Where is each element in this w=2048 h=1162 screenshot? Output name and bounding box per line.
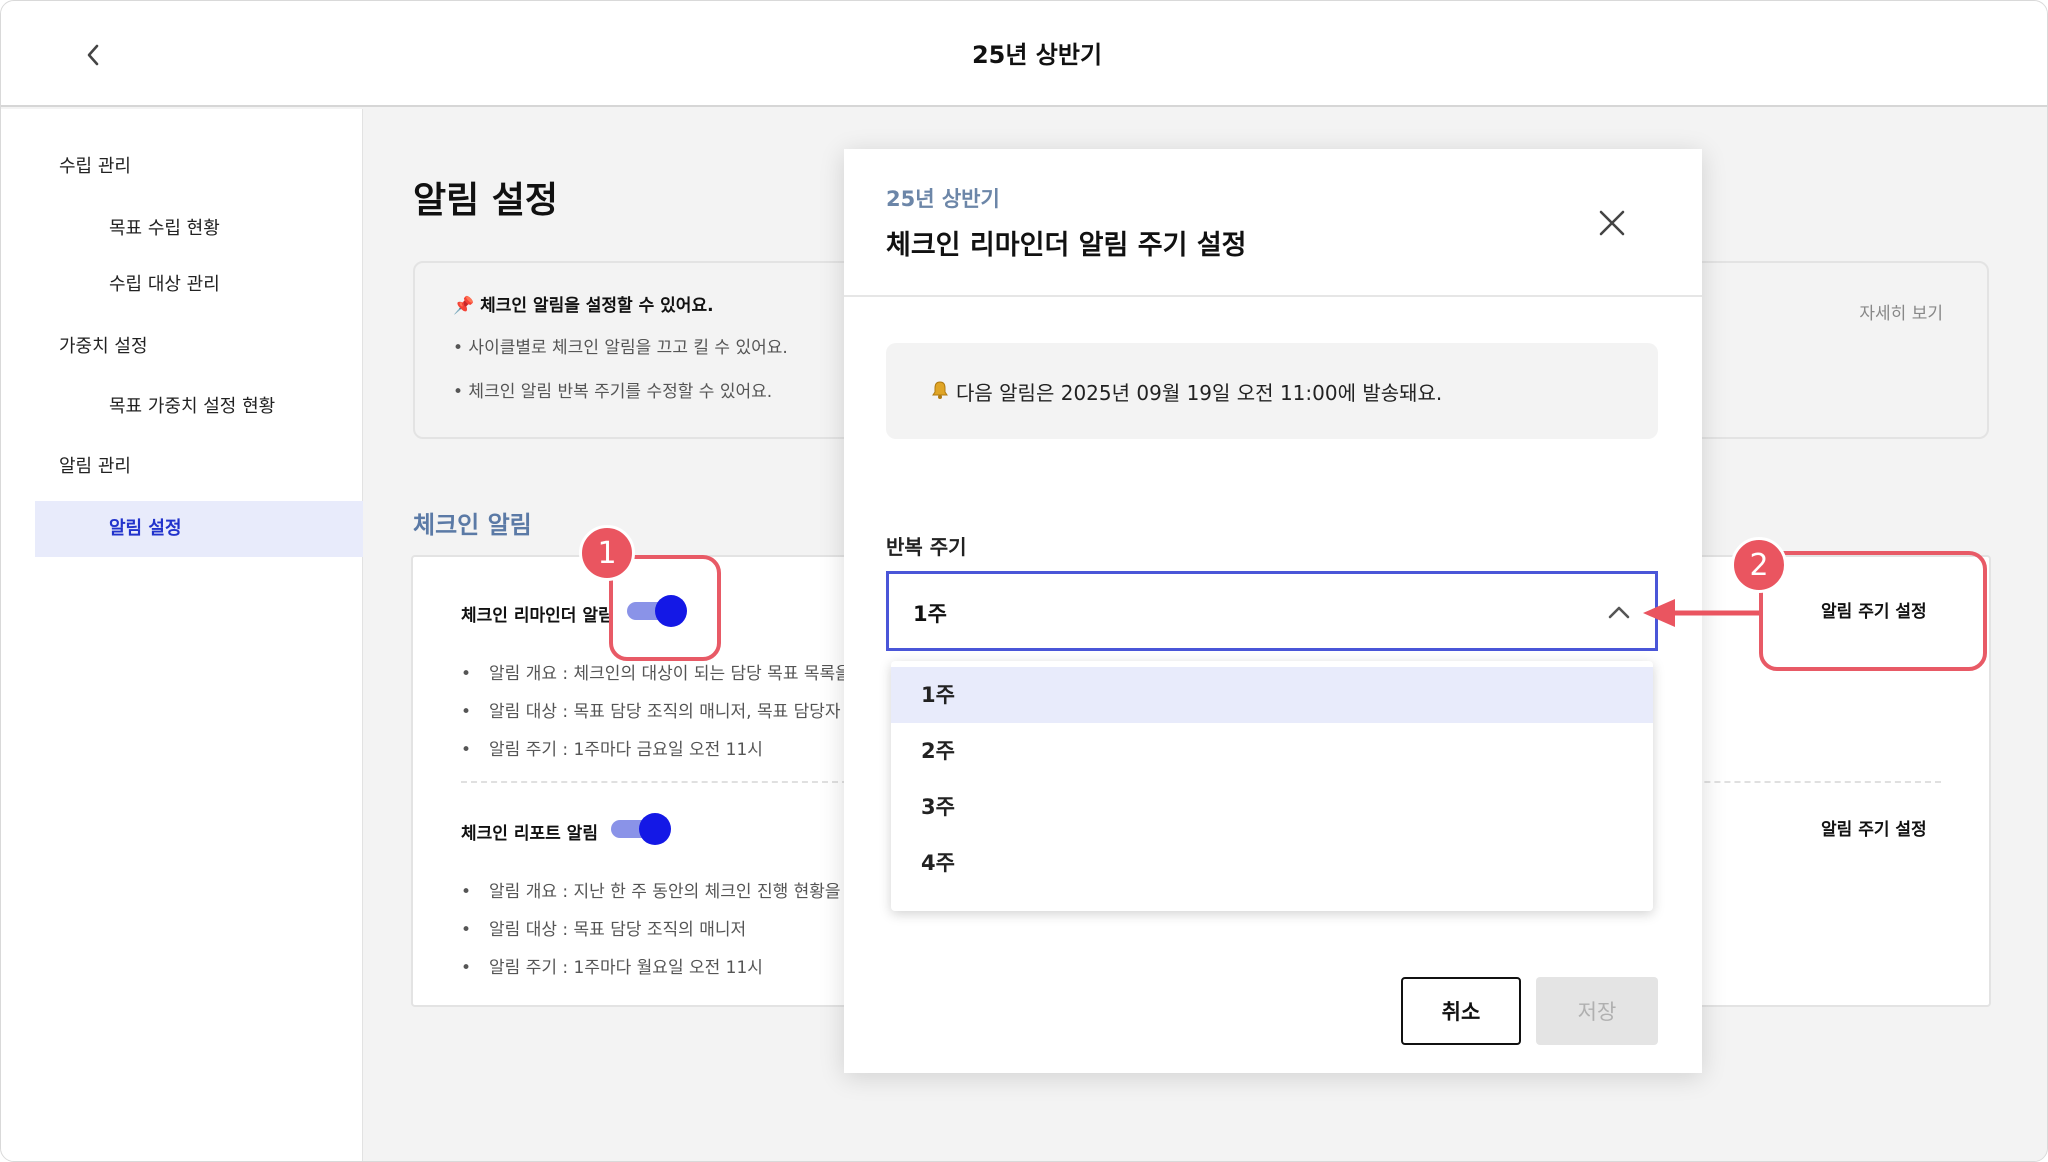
period-dropdown: 1주 2주 3주 4주 xyxy=(891,661,1653,911)
option-2-weeks[interactable]: 2주 xyxy=(891,723,1653,779)
notification-detail: 알림 주기 : 1주마다 금요일 오전 11시 xyxy=(461,735,763,760)
report-toggle[interactable] xyxy=(611,813,671,845)
modal-subtitle: 25년 상반기 xyxy=(886,187,1000,211)
details-link[interactable]: 자세히 보기 xyxy=(1859,299,1943,324)
step-badge-2: 2 xyxy=(1731,537,1787,593)
info-bullet: • 체크인 알림 반복 주기를 수정할 수 있어요. xyxy=(453,382,773,402)
toggle-knob xyxy=(639,813,671,845)
step-badge-1: 1 xyxy=(579,525,635,581)
notice-text: 다음 알림은 2025년 09월 19일 오전 11:00에 발송돼요. xyxy=(956,381,1443,405)
page-title: 알림 설정 xyxy=(413,180,559,221)
notification-name: 체크인 리포트 알림 xyxy=(461,824,598,844)
sidebar-item-notification-settings[interactable]: 알림 설정 xyxy=(35,501,363,557)
notification-detail: 알림 개요 : 지난 한 주 동안의 체크인 진행 현황을 xyxy=(461,877,841,902)
info-heading: 📌 체크인 알림을 설정할 수 있어요. xyxy=(453,296,714,316)
top-bar: 25년 상반기 xyxy=(1,1,2047,107)
pointer-arrow-icon xyxy=(1643,599,1759,627)
notification-name: 체크인 리마인더 알림 xyxy=(461,606,614,626)
notification-detail: 알림 주기 : 1주마다 월요일 오전 11시 xyxy=(461,953,763,978)
sidebar-item-target-management[interactable]: 수립 대상 관리 xyxy=(35,257,363,313)
report-period-setting-link[interactable]: 알림 주기 설정 xyxy=(1821,815,1927,840)
reminder-toggle[interactable] xyxy=(627,595,687,627)
sidebar-group-notification[interactable]: 알림 관리 xyxy=(35,439,363,495)
next-notification-notice: 다음 알림은 2025년 09월 19일 오전 11:00에 발송돼요. xyxy=(886,343,1658,439)
close-icon xyxy=(1599,210,1625,236)
cancel-button[interactable]: 취소 xyxy=(1401,977,1521,1045)
section-title: 체크인 알림 xyxy=(413,511,532,539)
notification-detail: 알림 대상 : 목표 담당 조직의 매니저, 목표 담당자 xyxy=(461,697,841,722)
modal-title: 체크인 리마인더 알림 주기 설정 xyxy=(886,230,1247,261)
sidebar-group-planning[interactable]: 수립 관리 xyxy=(35,139,363,195)
repeat-period-label: 반복 주기 xyxy=(886,535,967,559)
option-4-weeks[interactable]: 4주 xyxy=(891,835,1653,891)
notification-detail: 알림 대상 : 목표 담당 조직의 매니저 xyxy=(461,915,746,940)
period-setting-modal: 25년 상반기 체크인 리마인더 알림 주기 설정 다음 알림은 2025년 0… xyxy=(844,149,1702,1073)
bell-icon xyxy=(930,380,950,405)
option-3-weeks[interactable]: 3주 xyxy=(891,779,1653,835)
repeat-period-select[interactable]: 1주 xyxy=(886,571,1658,651)
chevron-up-icon xyxy=(1608,606,1630,619)
selected-value: 1주 xyxy=(913,602,947,626)
save-button[interactable]: 저장 xyxy=(1536,977,1658,1045)
info-bullet: • 사이클별로 체크인 알림을 끄고 킬 수 있어요. xyxy=(453,338,788,358)
notification-detail: 알림 개요 : 체크인의 대상이 되는 담당 목표 목록을 xyxy=(461,659,851,684)
app-window: 25년 상반기 수립 관리 목표 수립 현황 수립 대상 관리 가중치 설정 목… xyxy=(0,0,2048,1162)
sidebar-item-goal-status[interactable]: 목표 수립 현황 xyxy=(35,201,363,257)
modal-divider xyxy=(844,295,1702,297)
sidebar-item-weight-status[interactable]: 목표 가중치 설정 현황 xyxy=(35,379,363,435)
page-header-title: 25년 상반기 xyxy=(971,41,1103,69)
close-button[interactable] xyxy=(1592,203,1632,243)
notice-text-row: 다음 알림은 2025년 09월 19일 오전 11:00에 발송돼요. xyxy=(930,377,1442,406)
sidebar: 수립 관리 목표 수립 현황 수립 대상 관리 가중치 설정 목표 가중치 설정… xyxy=(1,109,363,1161)
option-1-week[interactable]: 1주 xyxy=(891,667,1653,723)
sidebar-group-weight[interactable]: 가중치 설정 xyxy=(35,319,363,375)
toggle-knob xyxy=(655,595,687,627)
reminder-period-setting-link[interactable]: 알림 주기 설정 xyxy=(1821,597,1927,622)
